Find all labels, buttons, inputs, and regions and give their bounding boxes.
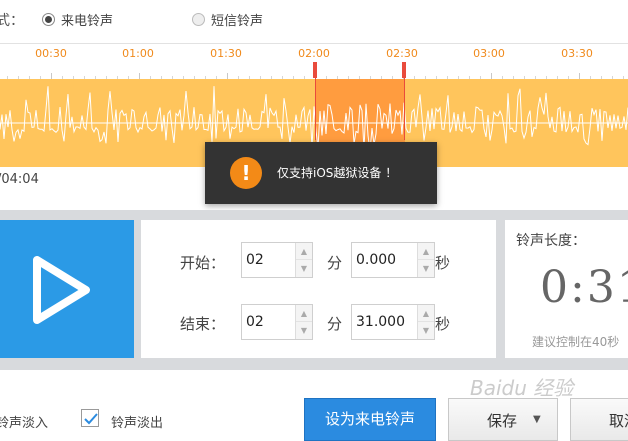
arrow-up-icon[interactable]: ▲	[418, 305, 434, 322]
selection-start-handle[interactable]	[313, 62, 317, 78]
toast-text: 仅支持iOS越狱设备 ！	[277, 166, 398, 180]
arrow-down-icon[interactable]: ▼	[418, 260, 434, 277]
radio-sms[interactable]: 短信铃声	[192, 10, 263, 29]
watermark: Baidu 经验	[470, 376, 574, 400]
arrow-up-icon[interactable]: ▲	[296, 243, 312, 260]
radio-unselected-icon	[192, 13, 205, 26]
start-second-value[interactable]: 0.000	[356, 252, 396, 268]
stepper-arrows: ▲ ▼	[417, 243, 434, 277]
checkmark-icon	[84, 413, 98, 425]
fade-in-label[interactable]: 铃声淡入	[0, 412, 48, 431]
end-second-value[interactable]: 31.000	[356, 314, 405, 330]
ringtone-type-row: 式： 来电铃声 短信铃声	[0, 0, 628, 40]
start-label: 开始：	[180, 254, 226, 272]
save-button[interactable]: 保存 ▼	[448, 398, 558, 441]
selection-end-handle[interactable]	[402, 62, 406, 78]
radio-sms-label: 短信铃声	[211, 14, 264, 29]
end-label: 结束：	[180, 315, 226, 333]
radio-incoming-call[interactable]: 来电铃声	[42, 10, 113, 29]
save-label: 保存	[487, 412, 518, 430]
stepper-arrows: ▲ ▼	[417, 305, 434, 339]
fade-out-checkbox[interactable]	[81, 409, 99, 427]
set-ringtone-button[interactable]: 设为来电铃声	[304, 398, 436, 441]
chevron-down-icon: ▼	[533, 414, 541, 425]
time-panel: 开始： 02 ▲ ▼ 分 0.000 ▲ ▼ 秒 结束： 02 ▲ ▼ 分 31…	[141, 220, 496, 358]
stepper-arrows: ▲ ▼	[295, 243, 312, 277]
arrow-down-icon[interactable]: ▼	[418, 322, 434, 339]
minute-unit: 分	[327, 254, 343, 272]
end-second-stepper[interactable]: 31.000 ▲ ▼	[351, 304, 435, 340]
play-button[interactable]	[0, 220, 134, 358]
fade-out-label[interactable]: 铃声淡出	[111, 412, 163, 431]
exclamation-icon: !	[230, 157, 262, 189]
selection-start-line	[315, 78, 316, 140]
cancel-label: 取消	[609, 412, 628, 430]
arrow-down-icon[interactable]: ▼	[296, 260, 312, 277]
start-second-stepper[interactable]: 0.000 ▲ ▼	[351, 242, 435, 278]
cancel-button[interactable]: 取消	[570, 398, 628, 441]
arrow-up-icon[interactable]: ▲	[296, 305, 312, 322]
total-duration: /04:04	[0, 172, 39, 187]
arrow-down-icon[interactable]: ▼	[296, 322, 312, 339]
length-hint: 建议控制在40秒	[532, 335, 620, 349]
length-value: 0:31	[540, 262, 628, 313]
second-unit: 秒	[435, 315, 451, 333]
length-title: 铃声长度：	[516, 233, 586, 249]
stepper-arrows: ▲ ▼	[295, 305, 312, 339]
start-minute-stepper[interactable]: 02 ▲ ▼	[241, 242, 313, 278]
radio-incoming-call-label: 来电铃声	[61, 14, 114, 29]
second-unit: 秒	[435, 254, 451, 272]
radio-selected-icon	[42, 13, 55, 26]
ringtone-type-label: 式：	[0, 13, 24, 29]
arrow-up-icon[interactable]: ▲	[418, 243, 434, 260]
end-minute-stepper[interactable]: 02 ▲ ▼	[241, 304, 313, 340]
minute-unit: 分	[327, 315, 343, 333]
length-panel: 铃声长度： 0:31 建议控制在40秒	[505, 220, 628, 358]
end-minute-value[interactable]: 02	[246, 314, 264, 330]
play-icon	[33, 256, 90, 324]
selection-end-line	[404, 78, 405, 140]
toast-message: ! 仅支持iOS越狱设备 ！	[205, 142, 437, 204]
start-minute-value[interactable]: 02	[246, 252, 264, 268]
